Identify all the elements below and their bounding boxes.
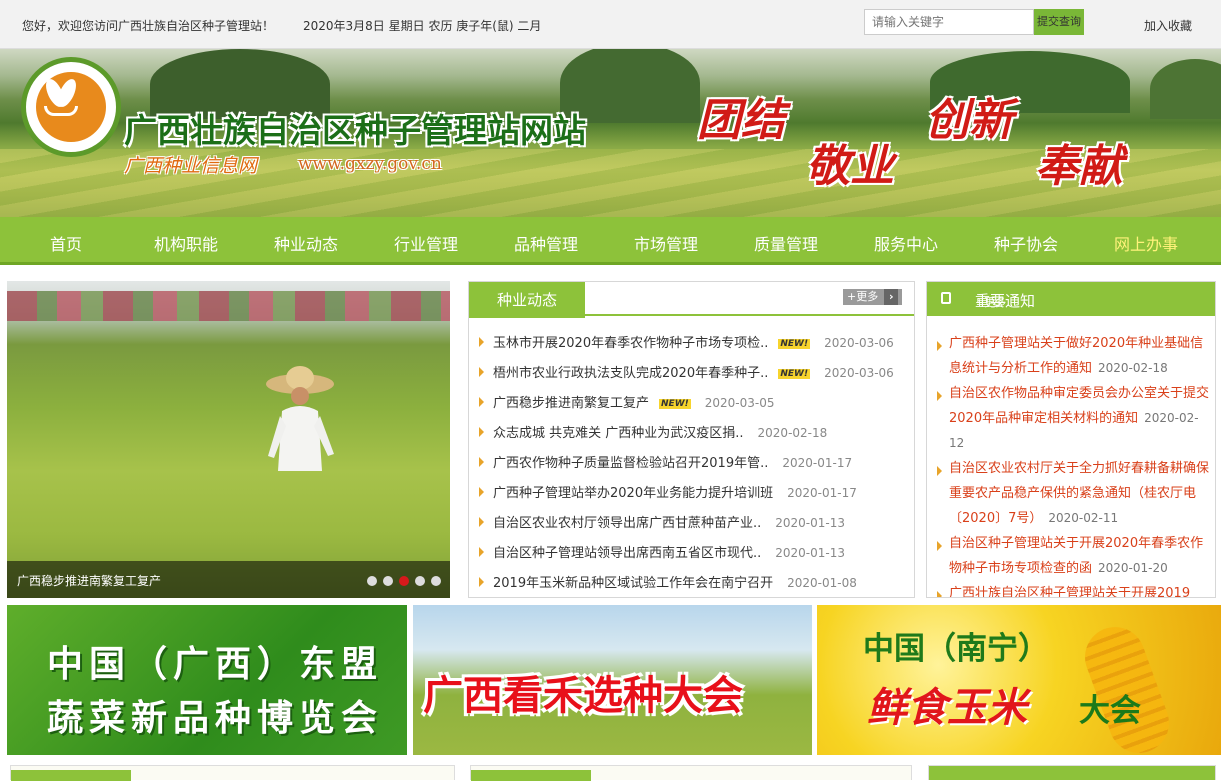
news-item-title[interactable]: 众志成城 共克难关 广西种业为武汉疫区捐.. xyxy=(493,426,744,441)
news-item-date: 2020-03-06 xyxy=(824,366,894,380)
nav-industry-news[interactable]: 种业动态 xyxy=(251,231,361,255)
slogan-dedication: 敬业 xyxy=(806,141,894,192)
site-subtitle: 广西种业信息网 xyxy=(124,155,258,177)
news-item[interactable]: 梧州市农业行政执法支队完成2020年春季种子.. NEW! 2020-03-06 xyxy=(477,362,894,392)
promo-rice-selection[interactable]: 广西看禾选种大会 xyxy=(413,605,812,755)
promo2-title: 广西看禾选种大会 xyxy=(423,672,743,719)
news-panel: 种业动态 +更多 › 玉林市开展2020年春季农作物种子市场专项检.. NEW! 20… xyxy=(468,281,915,598)
news-item-title[interactable]: 玉林市开展2020年春季农作物种子市场专项检.. xyxy=(493,336,768,351)
slider-dot-5[interactable] xyxy=(431,576,441,586)
site-logo[interactable] xyxy=(21,57,121,157)
news-more-link[interactable]: +更多 › xyxy=(843,289,903,305)
notice-more-link[interactable]: +更多... xyxy=(975,294,1207,310)
news-item-date: 2020-01-17 xyxy=(787,486,857,500)
new-badge: NEW! xyxy=(778,338,811,349)
site-title: 广西壮族自治区种子管理站网站 xyxy=(124,111,586,150)
news-item-date: 2020-03-05 xyxy=(704,396,775,410)
notice-item[interactable]: 广西壮族自治区种子管理站关于开展2019 xyxy=(935,581,1213,597)
news-item-date: 2020-01-08 xyxy=(787,576,857,590)
notice-list: 广西种子管理站关于做好2020年种业基础信息统计与分析工作的通知 2020-02-… xyxy=(935,331,1213,597)
notice-item-date: 2020-02-11 xyxy=(1048,511,1119,525)
news-item[interactable]: 广西稳步推进南繁复工复产 NEW! 2020-03-05 xyxy=(477,392,894,422)
notice-panel: 重要通知 +更多... 广西种子管理站关于做好2020年种业基础信息统计与分析工… xyxy=(926,281,1216,598)
nav-online-service[interactable]: 网上办事 xyxy=(1091,231,1201,255)
news-list: 玉林市开展2020年春季农作物种子市场专项检.. NEW! 2020-03-06 梧州… xyxy=(477,332,894,602)
new-badge: NEW! xyxy=(778,368,811,379)
news-item-title[interactable]: 广西农作物种子质量监督检验站召开2019年管.. xyxy=(493,456,768,471)
search-input[interactable] xyxy=(864,9,1034,35)
site-url: www.gxzy.gov.cn xyxy=(298,154,442,174)
bottom-panel-3 xyxy=(928,765,1216,780)
slogan-unity: 团结 xyxy=(697,95,785,146)
news-item-title[interactable]: 自治区种子管理站领导出席西南五省区市现代.. xyxy=(493,546,761,561)
news-item-title[interactable]: 广西种子管理站举办2020年业务能力提升培训班 xyxy=(493,486,773,501)
news-item-date: 2020-01-17 xyxy=(782,456,853,470)
notice-item-date: 2020-02-18 xyxy=(1098,361,1168,375)
notice-item[interactable]: 自治区种子管理站关于开展2020年春季农作物种子市场专项检查的函 2020-01-… xyxy=(935,531,1213,581)
nav-association[interactable]: 种子协会 xyxy=(971,231,1081,255)
search-button[interactable]: 提交查询 xyxy=(1034,9,1084,35)
slider-dot-4[interactable] xyxy=(415,576,425,586)
nav-quality-mgmt[interactable]: 质量管理 xyxy=(731,231,841,255)
promo3-line1: 中国（南宁） xyxy=(863,631,1049,667)
nav-industry-mgmt[interactable]: 行业管理 xyxy=(371,231,481,255)
nav-home[interactable]: 首页 xyxy=(11,231,121,255)
welcome-text: 您好，欢迎您访问广西壮族自治区种子管理站！ xyxy=(22,19,275,33)
nav-market-mgmt[interactable]: 市场管理 xyxy=(611,231,721,255)
news-item[interactable]: 广西农作物种子质量监督检验站召开2019年管.. 2020-01-17 xyxy=(477,452,894,482)
slogan-contribution: 奉献 xyxy=(1035,141,1123,192)
news-item-date: 2020-02-18 xyxy=(757,426,828,440)
slider-dot-3[interactable] xyxy=(399,576,409,586)
news-item-date: 2020-03-06 xyxy=(824,336,894,350)
notice-item[interactable]: 自治区农作物品种审定委员会办公室关于提交2020年品种审定相关材料的通知 2020… xyxy=(935,381,1213,456)
image-slider[interactable]: 广西稳步推进南繁复工复产 xyxy=(7,281,450,598)
main-nav: 首页 机构职能 种业动态 行业管理 品种管理 市场管理 质量管理 服务中心 种子… xyxy=(0,217,1221,265)
promo3-line2: 鲜食玉米 xyxy=(867,684,1027,731)
top-bar: 您好，欢迎您访问广西壮族自治区种子管理站！ 2020年3月8日 星期日 农历 庚… xyxy=(0,0,1221,49)
news-item-title[interactable]: 2019年玉米新品种区域试验工作年会在南宁召开 xyxy=(493,576,773,591)
nav-org[interactable]: 机构职能 xyxy=(131,231,241,255)
bottom-panel-2 xyxy=(470,765,912,781)
speaker-icon xyxy=(941,292,951,304)
nav-service[interactable]: 服务中心 xyxy=(851,231,961,255)
slogan-innovation: 创新 xyxy=(925,95,1013,146)
add-favorite-link[interactable]: 加入收藏 xyxy=(1144,17,1192,34)
slider-caption[interactable]: 广西稳步推进南繁复工复产 xyxy=(17,572,161,589)
news-item[interactable]: 众志成城 共克难关 广西种业为武汉疫区捐.. 2020-02-18 xyxy=(477,422,894,452)
new-badge: NEW! xyxy=(659,398,691,409)
news-item-title[interactable]: 自治区农业农村厅领导出席广西甘蔗种苗产业.. xyxy=(493,516,761,531)
promo1-line2: 蔬菜新品种博览会 xyxy=(47,698,384,739)
notice-item-date: 2020-01-20 xyxy=(1098,561,1168,575)
farmer-figure xyxy=(266,366,334,471)
promo3-line3: 大会 xyxy=(1079,693,1141,729)
news-tab[interactable]: 种业动态 xyxy=(469,282,586,318)
slider-dot-1[interactable] xyxy=(367,576,377,586)
news-item[interactable]: 自治区种子管理站领导出席西南五省区市现代.. 2020-01-13 xyxy=(477,542,894,572)
search-button-label: 提交查询 xyxy=(1037,15,1081,28)
bottom-panel-1 xyxy=(10,765,455,781)
promo1-line1: 中国（广西）东盟 xyxy=(47,644,384,685)
slider-dot-2[interactable] xyxy=(383,576,393,586)
nav-variety-mgmt[interactable]: 品种管理 xyxy=(491,231,601,255)
date-text: 2020年3月8日 星期日 农历 庚子年(鼠) 二月 xyxy=(303,19,542,33)
news-item-title[interactable]: 梧州市农业行政执法支队完成2020年春季种子.. xyxy=(493,366,768,381)
news-item-date: 2020-01-13 xyxy=(775,516,846,530)
news-item-title[interactable]: 广西稳步推进南繁复工复产 xyxy=(493,396,649,411)
promo-asean-vegetable-expo[interactable]: 中国（广西）东盟 蔬菜新品种博览会 xyxy=(7,605,407,755)
news-item[interactable]: 2019年玉米新品种区域试验工作年会在南宁召开 2020-01-08 xyxy=(477,572,894,602)
news-item[interactable]: 玉林市开展2020年春季农作物种子市场专项检.. NEW! 2020-03-06 xyxy=(477,332,894,362)
news-item[interactable]: 广西种子管理站举办2020年业务能力提升培训班 2020-01-17 xyxy=(477,482,894,512)
notice-item[interactable]: 广西种子管理站关于做好2020年种业基础信息统计与分析工作的通知 2020-02-… xyxy=(935,331,1213,381)
notice-item-title[interactable]: 广西壮族自治区种子管理站关于开展2019 xyxy=(949,586,1190,597)
news-item[interactable]: 自治区农业农村厅领导出席广西甘蔗种苗产业.. 2020-01-13 xyxy=(477,512,894,542)
news-item-date: 2020-01-13 xyxy=(775,546,846,560)
promo-fresh-corn[interactable]: 中国（南宁） 鲜食玉米 大会 xyxy=(817,605,1221,755)
notice-item[interactable]: 自治区农业农村厅关于全力抓好春耕备耕确保重要农产品稳产保供的紧急通知（桂农厅电〔… xyxy=(935,456,1213,531)
